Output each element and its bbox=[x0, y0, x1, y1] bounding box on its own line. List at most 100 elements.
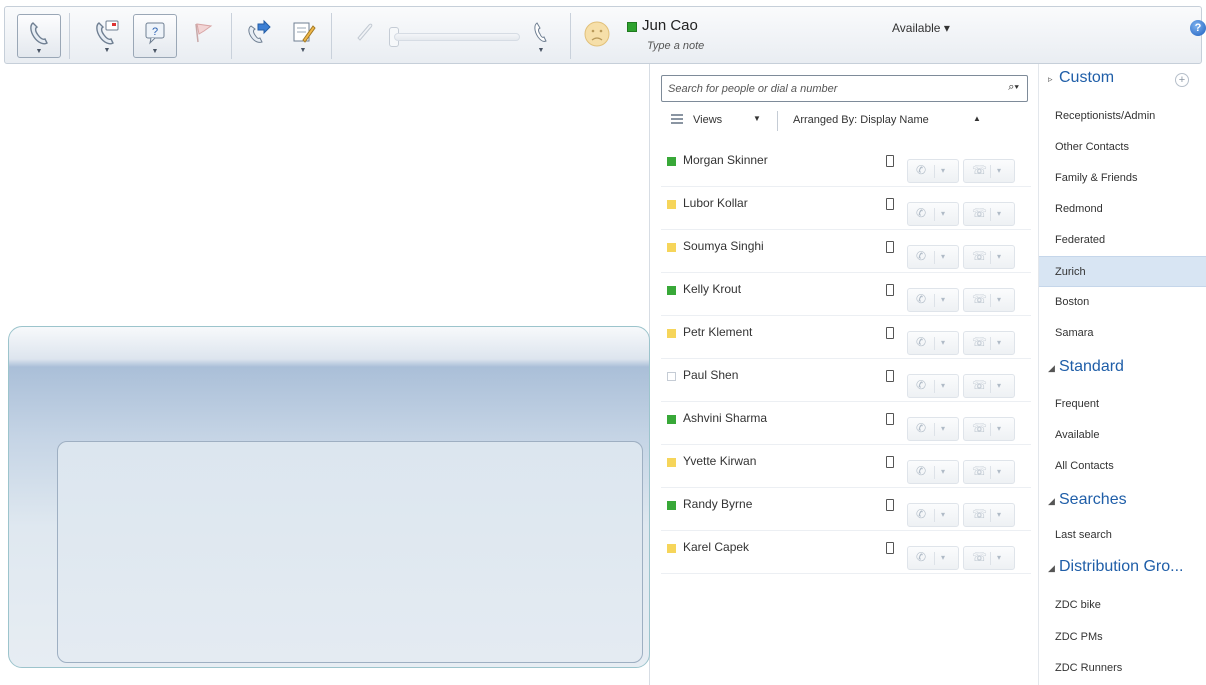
group-header-standard[interactable]: ◢ Standard bbox=[1039, 355, 1206, 383]
call-button[interactable]: ✆ ▾ bbox=[907, 159, 959, 183]
mobile-phone-icon bbox=[886, 499, 894, 511]
chevron-down-icon[interactable]: ▾ bbox=[997, 381, 1001, 390]
chevron-down-icon[interactable]: ▾ bbox=[941, 381, 945, 390]
group-item-other-contacts[interactable]: Other Contacts bbox=[1039, 132, 1206, 163]
contact-row[interactable]: Kelly Krout ✆ ▾ ☏ ▾ bbox=[661, 273, 1031, 316]
contact-row[interactable]: Randy Byrne ✆ ▾ ☏ ▾ bbox=[661, 488, 1031, 531]
call-button[interactable]: ✆ ▾ bbox=[907, 460, 959, 484]
call-button[interactable]: ✆ ▾ bbox=[907, 374, 959, 398]
group-item-family-friends[interactable]: Family & Friends bbox=[1039, 163, 1206, 194]
search-icon[interactable]: ⌕▾ bbox=[1008, 81, 1019, 94]
chevron-down-icon[interactable]: ▾ bbox=[997, 424, 1001, 433]
contact-name: Morgan Skinner bbox=[683, 153, 768, 167]
group-header-distribution[interactable]: ◢ Distribution Gro... bbox=[1039, 555, 1206, 583]
chevron-down-icon[interactable]: ▾ bbox=[941, 209, 945, 218]
contact-row[interactable]: Morgan Skinner ✆ ▾ ☏ ▾ bbox=[661, 144, 1031, 187]
chevron-down-icon[interactable]: ▾ bbox=[997, 338, 1001, 347]
group-item-all-contacts[interactable]: All Contacts bbox=[1039, 451, 1206, 482]
group-header-custom[interactable]: ▹ Custom + bbox=[1039, 66, 1206, 94]
expanded-triangle-icon: ◢ bbox=[1048, 563, 1055, 573]
instant-message-button[interactable]: ☏ ▾ bbox=[963, 202, 1015, 226]
instant-message-button[interactable]: ☏ ▾ bbox=[963, 417, 1015, 441]
sad-face-icon bbox=[584, 21, 610, 47]
chevron-down-icon[interactable]: ▾ bbox=[941, 295, 945, 304]
chevron-down-icon[interactable]: ▾ bbox=[997, 510, 1001, 519]
help-icon[interactable]: ? bbox=[1190, 20, 1206, 36]
chevron-down-icon[interactable]: ▾ bbox=[941, 252, 945, 261]
chevron-down-icon[interactable]: ▾ bbox=[997, 166, 1001, 175]
group-item-redmond[interactable]: Redmond bbox=[1039, 194, 1206, 225]
chevron-down-icon[interactable]: ▾ bbox=[941, 510, 945, 519]
chevron-down-icon[interactable]: ▾ bbox=[997, 209, 1001, 218]
availability-dropdown[interactable]: Available ▾ bbox=[892, 21, 950, 35]
group-item-zdc-pms[interactable]: ZDC PMs bbox=[1039, 622, 1206, 653]
flag-button[interactable] bbox=[181, 14, 225, 58]
views-button[interactable]: Views bbox=[693, 114, 722, 126]
instant-message-button[interactable]: ☏ ▾ bbox=[963, 288, 1015, 312]
chevron-down-icon[interactable]: ▾ bbox=[997, 252, 1001, 261]
status-indicator bbox=[627, 22, 637, 32]
call-button[interactable]: ✆ ▾ bbox=[907, 202, 959, 226]
call-button[interactable]: ✆ ▾ bbox=[907, 546, 959, 570]
call-button[interactable]: ✆ ▾ bbox=[907, 417, 959, 441]
chevron-down-icon[interactable]: ▾ bbox=[997, 553, 1001, 562]
instant-message-button[interactable]: ☏ ▾ bbox=[963, 503, 1015, 527]
instant-message-button[interactable]: ☏ ▾ bbox=[963, 159, 1015, 183]
add-group-icon[interactable]: + bbox=[1175, 73, 1189, 87]
chat-icon: ☏ bbox=[972, 292, 988, 306]
instant-message-button[interactable]: ☏ ▾ bbox=[963, 460, 1015, 484]
chevron-down-icon[interactable]: ▾ bbox=[941, 338, 945, 347]
chevron-down-icon[interactable]: ▾ bbox=[941, 553, 945, 562]
chevron-down-icon[interactable]: ▾ bbox=[941, 424, 945, 433]
group-item-zdc-bike[interactable]: ZDC bike bbox=[1039, 590, 1206, 621]
call-button[interactable]: ✆ ▾ bbox=[907, 288, 959, 312]
group-item-boston[interactable]: Boston bbox=[1039, 287, 1206, 318]
arrange-by-button[interactable]: Arranged By: Display Name bbox=[793, 114, 929, 126]
group-header-searches[interactable]: ◢ Searches bbox=[1039, 488, 1206, 516]
mute-button[interactable] bbox=[341, 14, 385, 58]
help-chat-button[interactable]: ? ▼ bbox=[133, 14, 177, 58]
instant-message-button[interactable]: ☏ ▾ bbox=[963, 331, 1015, 355]
mobile-phone-icon bbox=[886, 198, 894, 210]
call-button[interactable]: ✆ ▾ bbox=[907, 503, 959, 527]
volume-slider[interactable] bbox=[394, 33, 520, 41]
chevron-down-icon[interactable]: ▾ bbox=[941, 166, 945, 175]
call-button[interactable]: ✆ ▾ bbox=[907, 331, 959, 355]
chevron-down-icon[interactable]: ▾ bbox=[941, 467, 945, 476]
contact-row[interactable]: Karel Capek ✆ ▾ ☏ ▾ bbox=[661, 531, 1031, 574]
contact-row[interactable]: Soumya Singhi ✆ ▾ ☏ ▾ bbox=[661, 230, 1031, 273]
personal-note[interactable]: Type a note bbox=[647, 40, 704, 52]
transfer-call-button[interactable] bbox=[237, 14, 281, 58]
group-item-zurich[interactable]: Zurich bbox=[1039, 256, 1206, 287]
list-view-icon[interactable] bbox=[671, 114, 683, 124]
phone-button[interactable]: ▼ bbox=[17, 14, 61, 58]
contact-row[interactable]: Yvette Kirwan ✆ ▾ ☏ ▾ bbox=[661, 445, 1031, 488]
chevron-down-icon[interactable]: ▾ bbox=[997, 295, 1001, 304]
contact-row[interactable]: Ashvini Sharma ✆ ▾ ☏ ▾ bbox=[661, 402, 1031, 445]
chevron-down-icon[interactable]: ▼ bbox=[753, 114, 761, 123]
instant-message-button[interactable]: ☏ ▾ bbox=[963, 546, 1015, 570]
sort-ascending-icon[interactable]: ▲ bbox=[973, 114, 981, 123]
group-item-last-search[interactable]: Last search bbox=[1039, 520, 1206, 551]
instant-message-button[interactable]: ☏ ▾ bbox=[963, 245, 1015, 269]
chevron-down-icon[interactable]: ▾ bbox=[997, 467, 1001, 476]
search-input[interactable] bbox=[668, 80, 988, 98]
group-item-receptionists[interactable]: Receptionists/Admin bbox=[1039, 101, 1206, 132]
call-button[interactable]: ✆ ▾ bbox=[907, 245, 959, 269]
avatar[interactable] bbox=[575, 14, 619, 58]
contact-row[interactable]: Paul Shen ✆ ▾ ☏ ▾ bbox=[661, 359, 1031, 402]
group-item-frequent[interactable]: Frequent bbox=[1039, 389, 1206, 420]
contact-row[interactable]: Petr Klement ✆ ▾ ☏ ▾ bbox=[661, 316, 1031, 359]
group-item-samara[interactable]: Samara bbox=[1039, 318, 1206, 349]
question-bubble-icon: ? bbox=[145, 22, 165, 45]
presence-indicator bbox=[667, 200, 676, 209]
edit-note-button[interactable]: ▼ bbox=[281, 14, 325, 58]
group-item-available[interactable]: Available bbox=[1039, 420, 1206, 451]
voicemail-button[interactable]: ▼ bbox=[85, 14, 129, 58]
search-box[interactable]: ⌕▾ bbox=[661, 75, 1028, 102]
contact-row[interactable]: Lubor Kollar ✆ ▾ ☏ ▾ bbox=[661, 187, 1031, 230]
group-item-zdc-runners[interactable]: ZDC Runners bbox=[1039, 653, 1206, 684]
group-item-federated[interactable]: Federated bbox=[1039, 225, 1206, 256]
instant-message-button[interactable]: ☏ ▾ bbox=[963, 374, 1015, 398]
phone-device-button[interactable]: ▼ bbox=[519, 14, 563, 58]
